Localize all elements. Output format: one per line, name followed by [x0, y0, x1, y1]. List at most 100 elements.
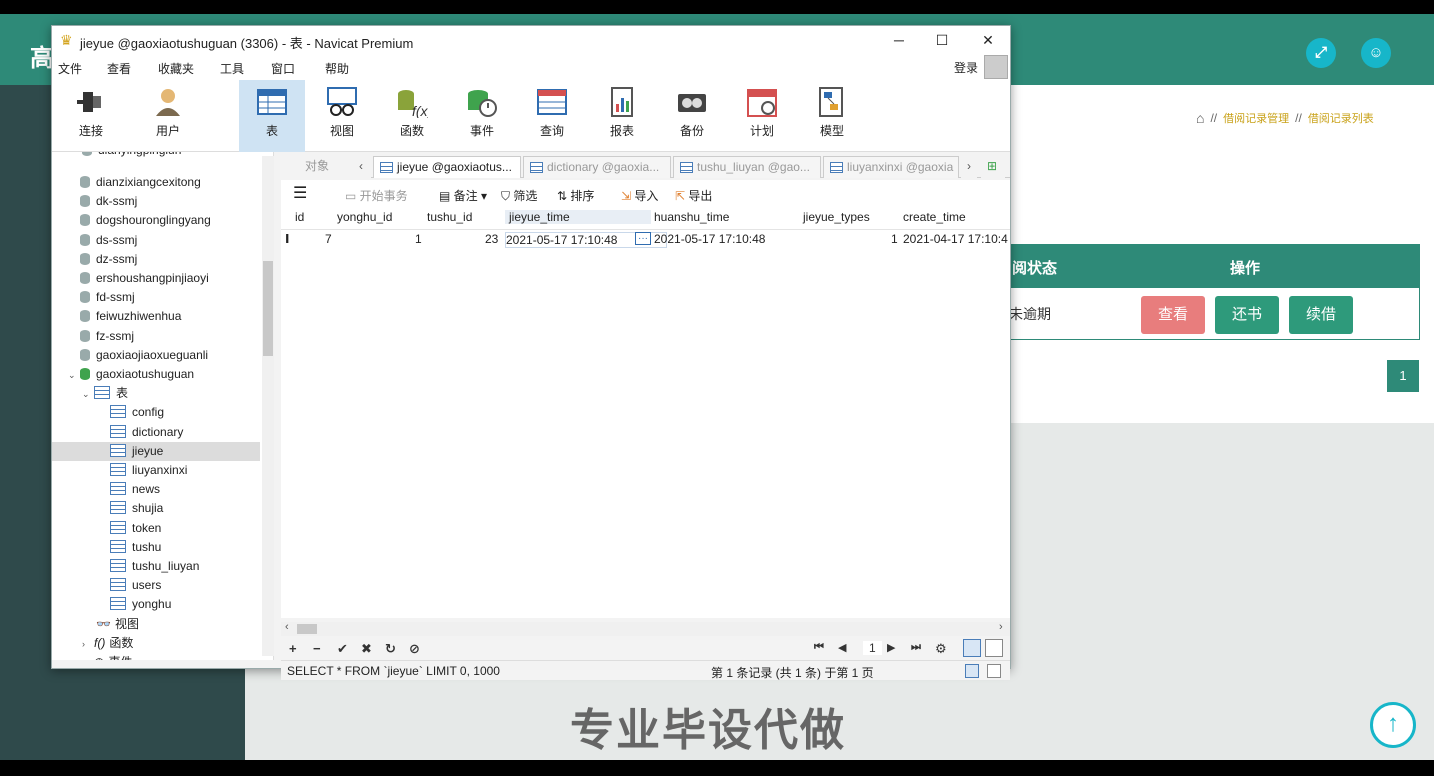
expand-icon[interactable]: ⤢	[1306, 38, 1336, 68]
minimize-button[interactable]: ─	[884, 30, 914, 50]
back-to-top-icon[interactable]: ↑	[1370, 702, 1416, 748]
page-number-input[interactable]: 1	[863, 641, 882, 655]
tree-events-folder[interactable]: ›◷ 事件	[52, 653, 260, 660]
cell-create-time[interactable]: 2021-04-17 17:10:4	[903, 232, 1008, 246]
tab-liuyanxinxi[interactable]: liuyanxinxi @gaoxia	[823, 156, 959, 178]
delete-record-button[interactable]: −	[313, 641, 321, 656]
toolbar-backup-button[interactable]: 备份	[659, 80, 725, 152]
toolbar-function-button[interactable]: f(x) 函数	[379, 80, 445, 152]
tree-table-item[interactable]: jieyue	[52, 441, 260, 461]
stop-button[interactable]: ⊘	[409, 641, 420, 657]
menu-favorites[interactable]: 收藏夹	[158, 60, 194, 77]
expand-right-icon[interactable]: ›	[82, 654, 94, 660]
column-header[interactable]: huanshu_time	[654, 210, 729, 224]
tab-tushu-liuyan[interactable]: tushu_liuyan @gao...	[673, 156, 821, 178]
form-view-icon[interactable]	[985, 639, 1003, 657]
grid-view-icon[interactable]	[963, 639, 981, 657]
memo-button[interactable]: ▤ 备注 ▾	[439, 187, 487, 204]
begin-transaction-button[interactable]: ▭ 开始事务	[345, 187, 408, 204]
grid-horizontal-scrollbar[interactable]: ‹ ›	[281, 621, 1010, 636]
cell-editor-ellipsis-button[interactable]: ···	[635, 232, 651, 245]
avatar[interactable]	[984, 55, 1008, 79]
breadcrumb-item[interactable]: 借阅记录列表	[1308, 110, 1374, 126]
maximize-button[interactable]: ☐	[927, 30, 957, 50]
menu-view[interactable]: 查看	[107, 60, 131, 77]
toolbar-event-button[interactable]: 事件	[449, 80, 515, 152]
prev-page-button[interactable]: ◀	[838, 641, 846, 654]
hamburger-menu-icon[interactable]: ☰	[293, 183, 307, 203]
data-grid[interactable]: id yonghu_id tushu_id jieyue_time huansh…	[281, 208, 1010, 618]
tree-table-item[interactable]: yonghu	[52, 595, 260, 614]
panel-left-icon[interactable]	[965, 664, 979, 678]
column-header[interactable]: create_time	[903, 210, 966, 224]
tree-table-item[interactable]: dictionary	[52, 423, 260, 442]
tree-views-folder[interactable]: 👓 视图	[52, 615, 260, 634]
cell-tushu-id[interactable]: 23	[485, 232, 498, 246]
tree-database-item[interactable]: fz-ssmj	[52, 327, 260, 346]
import-button[interactable]: ⇲ 导入	[621, 187, 658, 204]
scroll-left-icon[interactable]: ‹	[285, 621, 289, 633]
toolbar-schedule-button[interactable]: 计划	[729, 80, 795, 152]
menu-window[interactable]: 窗口	[271, 60, 295, 77]
first-page-button[interactable]: ⏮	[814, 641, 824, 654]
tree-database-item[interactable]: dianyingpinglun	[52, 152, 260, 160]
column-header[interactable]: jieyue_types	[803, 210, 870, 224]
tree-database-item[interactable]: ds-ssmj	[52, 231, 260, 250]
tree-database-item[interactable]: gaoxiaojiaoxueguanli	[52, 346, 260, 365]
tree-database-item[interactable]: ⌄ gaoxiaotushuguan	[52, 365, 260, 384]
tree-database-item[interactable]: ershoushangpinjiaoyi	[52, 269, 260, 288]
expand-right-icon[interactable]: ›	[82, 635, 94, 654]
tree-table-item[interactable]: news	[52, 480, 260, 499]
column-header[interactable]: yonghu_id	[337, 210, 392, 224]
tab-dictionary[interactable]: dictionary @gaoxia...	[523, 156, 671, 178]
tab-jieyue[interactable]: jieyue @gaoxiaotus...	[373, 156, 521, 178]
tree-table-item[interactable]: liuyanxinxi	[52, 461, 260, 480]
new-tab-icon[interactable]: ⊞	[981, 156, 1005, 178]
tree-scrollbar-thumb[interactable]	[263, 261, 273, 356]
panel-right-icon[interactable]	[987, 664, 1001, 678]
sort-button[interactable]: ⇅ 排序	[557, 187, 594, 204]
tree-table-item[interactable]: tushu_liuyan	[52, 557, 260, 576]
tree-scrollbar[interactable]	[262, 156, 274, 656]
tree-table-item[interactable]: token	[52, 519, 260, 538]
tree-database-item[interactable]: dogshouronglingyang	[52, 211, 260, 230]
column-header[interactable]: id	[295, 210, 304, 224]
tree-database-item[interactable]: feiwuzhiwenhua	[52, 307, 260, 326]
add-record-button[interactable]: +	[289, 641, 297, 656]
cell-id[interactable]: 7	[325, 232, 332, 246]
cell-huanshu-time[interactable]: 2021-05-17 17:10:48	[654, 232, 765, 246]
menu-tools[interactable]: 工具	[220, 60, 244, 77]
toolbar-user-button[interactable]: 用户	[135, 80, 201, 152]
last-page-button[interactable]: ⏭	[911, 641, 921, 654]
refresh-button[interactable]: ↻	[385, 641, 396, 657]
view-button[interactable]: 查看	[1141, 296, 1205, 334]
pagination-page[interactable]: 1	[1387, 360, 1419, 392]
discard-changes-button[interactable]: ✖	[361, 641, 372, 657]
toolbar-model-button[interactable]: 模型	[799, 80, 865, 152]
column-header[interactable]: tushu_id	[427, 210, 472, 224]
next-page-button[interactable]: ▶	[887, 641, 895, 654]
home-icon[interactable]: ⌂	[1196, 110, 1204, 126]
tree-functions-folder[interactable]: › f() 函数	[52, 634, 260, 653]
expand-down-icon[interactable]: ⌄	[82, 385, 94, 404]
return-book-button[interactable]: 还书	[1215, 296, 1279, 334]
toolbar-table-button[interactable]: 表	[239, 80, 305, 152]
tab-objects[interactable]: 对象	[281, 156, 353, 178]
breadcrumb-item[interactable]: 借阅记录管理	[1223, 110, 1289, 126]
tab-scroll-right-icon[interactable]: ›	[961, 156, 977, 178]
column-header[interactable]: jieyue_time	[505, 210, 651, 224]
menu-file[interactable]: 文件	[58, 60, 82, 77]
expand-down-icon[interactable]: ⌄	[68, 366, 80, 385]
export-button[interactable]: ⇱ 导出	[675, 187, 712, 204]
tree-database-item[interactable]: dk-ssmj	[52, 192, 260, 211]
toolbar-report-button[interactable]: 报表	[589, 80, 655, 152]
settings-gear-icon[interactable]: ⚙	[935, 641, 947, 657]
close-button[interactable]: ✕	[973, 30, 1003, 50]
toolbar-query-button[interactable]: 查询	[519, 80, 585, 152]
apply-changes-button[interactable]: ✔	[337, 641, 348, 657]
tree-tables-folder[interactable]: ⌄ 表	[52, 384, 260, 403]
renew-button[interactable]: 续借	[1289, 296, 1353, 334]
tree-table-item[interactable]: users	[52, 576, 260, 595]
scrollbar-thumb[interactable]	[297, 624, 317, 634]
toolbar-view-button[interactable]: 视图	[309, 80, 375, 152]
